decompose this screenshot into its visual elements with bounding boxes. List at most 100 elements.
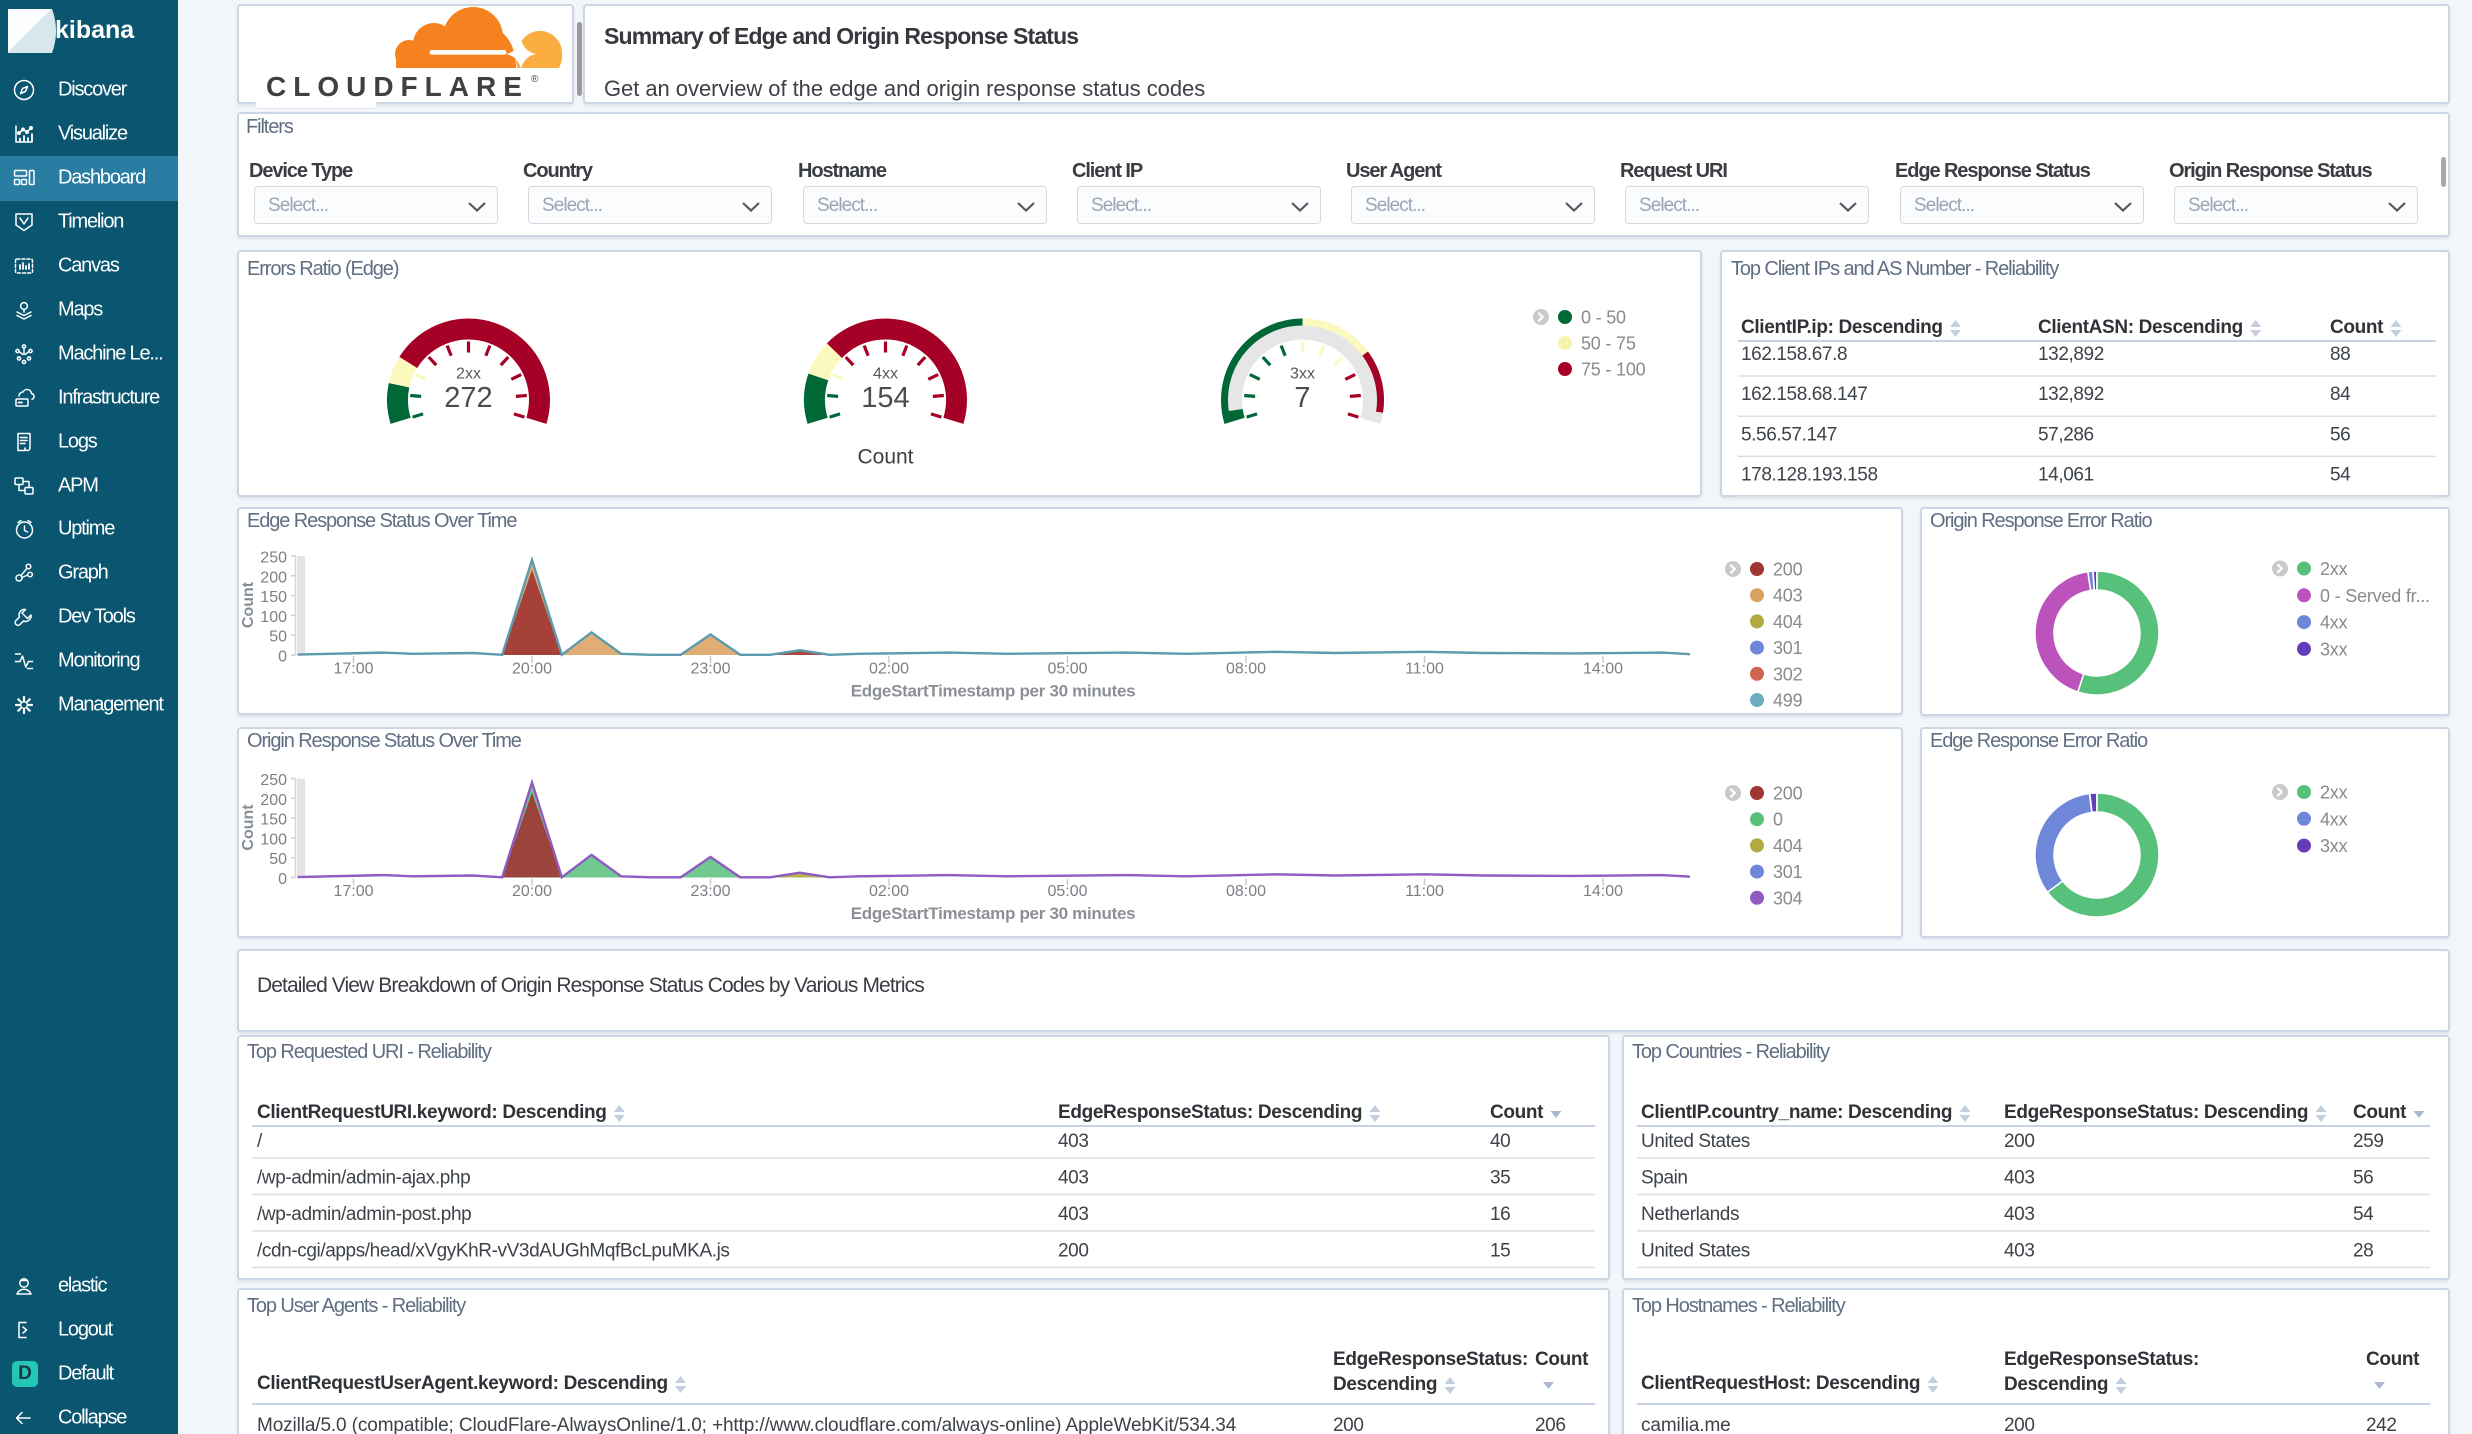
svg-text:2xx: 2xx [2320,783,2348,803]
svg-text:35: 35 [1490,1168,1510,1189]
svg-text:ClientIP.country_name: Descend: ClientIP.country_name: Descending [1641,1102,1952,1123]
svg-text:15: 15 [1490,1241,1510,1262]
svg-text:404: 404 [1773,612,1803,632]
svg-text:250: 250 [260,550,287,567]
svg-text:259: 259 [2353,1131,2384,1152]
svg-text:ClientRequestURI.keyword: Desc: ClientRequestURI.keyword: Descending [257,1102,607,1123]
svg-text:54: 54 [2330,465,2351,486]
svg-text:84: 84 [2330,384,2351,405]
svg-text:EdgeResponseStatus: Descending: EdgeResponseStatus: Descending [2004,1102,2308,1123]
svg-text:/cdn-cgi/apps/head/xVgyKhR-vV3: /cdn-cgi/apps/head/xVgyKhR-vV3dAUGhMqfBc… [257,1241,730,1262]
svg-text:3xx: 3xx [1290,366,1315,383]
svg-text:301: 301 [1773,638,1803,658]
svg-text:162.158.68.147: 162.158.68.147 [1741,384,1867,405]
svg-text:200: 200 [260,792,287,809]
svg-text:28: 28 [2353,1241,2373,1262]
svg-text:88: 88 [2330,344,2350,365]
svg-text:Count: Count [857,446,913,469]
svg-text:50: 50 [269,629,287,646]
svg-text:200: 200 [2004,1131,2035,1152]
svg-text:17:00: 17:00 [333,661,373,678]
svg-text:4xx: 4xx [2320,809,2348,829]
svg-text:132,892: 132,892 [2038,344,2104,365]
svg-text:Count: Count [2330,317,2384,338]
svg-text:/wp-admin/admin-post.php: /wp-admin/admin-post.php [257,1204,471,1225]
svg-text:14:00: 14:00 [1583,883,1623,900]
svg-text:Count: Count [1535,1349,1589,1370]
svg-text:75 - 100: 75 - 100 [1581,360,1646,380]
svg-text:242: 242 [2366,1415,2397,1434]
svg-text:02:00: 02:00 [869,883,909,900]
svg-text:ClientRequestHost: Descending: ClientRequestHost: Descending [1641,1373,1920,1394]
svg-text:50: 50 [269,851,287,868]
svg-text:304: 304 [1773,888,1803,908]
svg-text:132,892: 132,892 [2038,384,2104,405]
svg-text:20:00: 20:00 [512,883,552,900]
svg-text:0 - Served fr...: 0 - Served fr... [2320,586,2430,606]
svg-text:17:00: 17:00 [333,883,373,900]
svg-text:EdgeResponseStatus:: EdgeResponseStatus: [2004,1349,2199,1370]
svg-text:56: 56 [2353,1168,2373,1189]
svg-text:40: 40 [1490,1131,1510,1152]
svg-text:Count: Count [240,804,257,851]
svg-text:0 - 50: 0 - 50 [1581,308,1626,328]
svg-text:16: 16 [1490,1204,1510,1225]
svg-text:404: 404 [1773,836,1803,856]
svg-text:0: 0 [278,649,287,666]
svg-text:CLOUDFLARE: CLOUDFLARE [266,71,529,102]
svg-text:EdgeStartTimestamp per 30 minu: EdgeStartTimestamp per 30 minutes [851,904,1136,923]
svg-text:23:00: 23:00 [690,661,730,678]
svg-text:United States: United States [1641,1241,1750,1262]
svg-text:200: 200 [1773,784,1803,804]
svg-text:Descending: Descending [1333,1374,1437,1395]
svg-text:Count: Count [2366,1349,2420,1370]
svg-text:Count: Count [1490,1102,1544,1123]
svg-text:0: 0 [1773,810,1783,830]
svg-text:162.158.67.8: 162.158.67.8 [1741,344,1847,365]
svg-text:23:00: 23:00 [690,883,730,900]
svg-text:20:00: 20:00 [512,661,552,678]
svg-text:100: 100 [260,831,287,848]
svg-text:154: 154 [861,382,909,414]
svg-text:08:00: 08:00 [1226,883,1266,900]
svg-text:ClientIP.ip: Descending: ClientIP.ip: Descending [1741,317,1943,338]
svg-text:11:00: 11:00 [1405,883,1444,900]
svg-text:Count: Count [240,581,257,628]
svg-text:/wp-admin/admin-ajax.php: /wp-admin/admin-ajax.php [257,1168,470,1189]
svg-text:178.128.193.158: 178.128.193.158 [1741,465,1878,486]
svg-text:4xx: 4xx [873,366,898,383]
svg-text:206: 206 [1535,1415,1566,1434]
svg-text:403: 403 [2004,1168,2035,1189]
svg-text:54: 54 [2353,1204,2374,1225]
svg-text:403: 403 [1058,1168,1089,1189]
svg-text:ClientASN: Descending: ClientASN: Descending [2038,317,2243,338]
svg-text:Descending: Descending [2004,1374,2108,1395]
svg-text:®: ® [531,74,539,85]
svg-text:0: 0 [278,871,287,888]
svg-text:14:00: 14:00 [1583,661,1623,678]
svg-text:403: 403 [1058,1131,1089,1152]
svg-text:11:00: 11:00 [1405,661,1444,678]
svg-text:Count: Count [2353,1102,2407,1123]
svg-text:403: 403 [1773,586,1803,606]
svg-text:3xx: 3xx [2320,639,2348,659]
svg-text:EdgeResponseStatus:: EdgeResponseStatus: [1333,1349,1528,1370]
svg-text:499: 499 [1773,691,1803,711]
svg-text:50 - 75: 50 - 75 [1581,334,1636,354]
svg-text:150: 150 [260,812,287,829]
svg-text:05:00: 05:00 [1047,661,1087,678]
svg-text:250: 250 [260,772,287,789]
svg-text:05:00: 05:00 [1047,883,1087,900]
svg-text:EdgeStartTimestamp per 30 minu: EdgeStartTimestamp per 30 minutes [851,682,1136,701]
svg-text:camilia.me: camilia.me [1641,1415,1731,1434]
svg-text:EdgeResponseStatus: Descending: EdgeResponseStatus: Descending [1058,1102,1362,1123]
svg-text:4xx: 4xx [2320,613,2348,633]
svg-text:403: 403 [2004,1241,2035,1262]
svg-text:56: 56 [2330,424,2350,445]
svg-text:200: 200 [2004,1415,2035,1434]
svg-text:150: 150 [260,589,287,606]
svg-text:Spain: Spain [1641,1168,1688,1189]
svg-text:57,286: 57,286 [2038,424,2094,445]
svg-text:Mozilla/5.0 (compatible; Cloud: Mozilla/5.0 (compatible; CloudFlare-Alwa… [257,1415,1237,1434]
svg-text:403: 403 [1058,1204,1089,1225]
